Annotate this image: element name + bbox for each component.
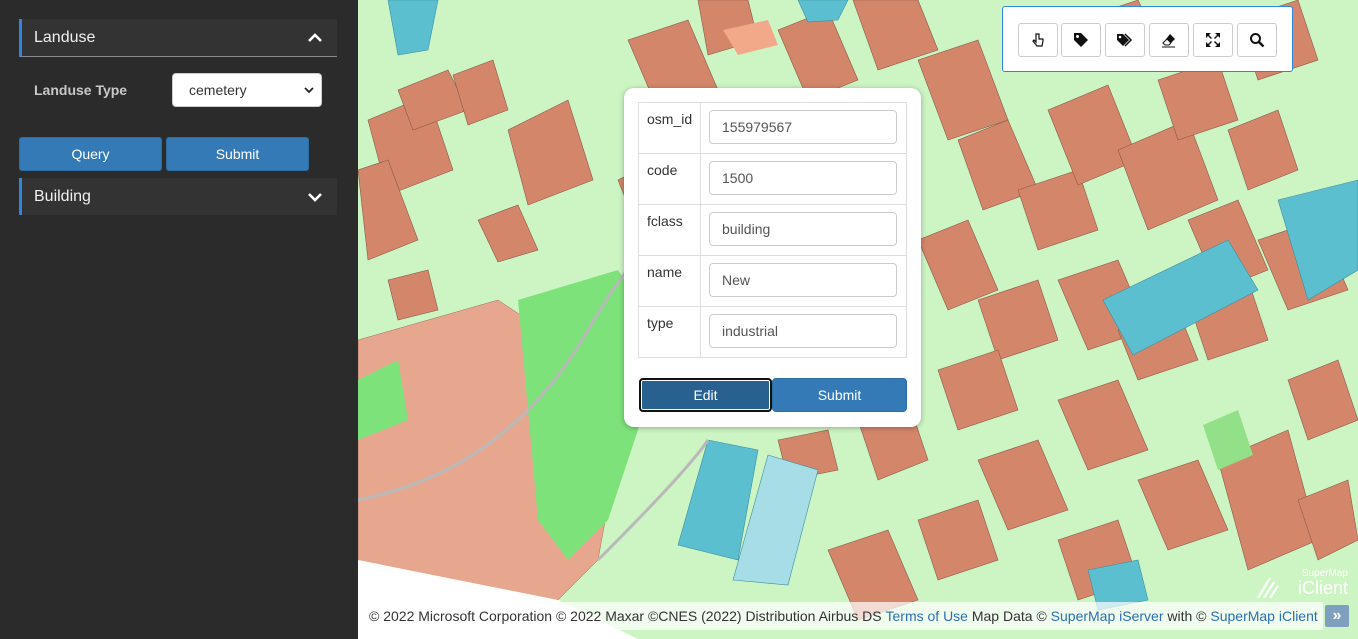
tags-tool-button[interactable]: [1105, 23, 1145, 57]
attribute-row: code 1500: [638, 153, 907, 205]
feature-attribute-popup: osm_id 155979567 code 1500 fclass buildi…: [624, 88, 921, 427]
landuse-submit-button[interactable]: Submit: [166, 137, 309, 171]
accordion-landuse-header[interactable]: Landuse: [19, 19, 337, 57]
fullscreen-tool-button[interactable]: [1193, 23, 1233, 57]
attribution-toggle-button[interactable]: »: [1325, 605, 1349, 627]
supermap-iclient-link[interactable]: SuperMap iClient: [1210, 608, 1317, 624]
pointer-select-tool-button[interactable]: [1018, 23, 1058, 57]
attribute-key: osm_id: [638, 102, 701, 154]
code-input[interactable]: 1500: [709, 161, 897, 195]
attribute-row: fclass building: [638, 204, 907, 256]
type-input[interactable]: industrial: [709, 314, 897, 348]
attribution-mapdata: Map Data ©: [971, 608, 1047, 624]
edit-button[interactable]: Edit: [639, 378, 772, 412]
attribution-prefix: © 2022 Microsoft Corporation © 2022 Maxa…: [369, 608, 882, 624]
accordion-building-header[interactable]: Building: [19, 178, 337, 215]
chevron-down-icon: [304, 87, 314, 94]
supermap-iserver-link[interactable]: SuperMap iServer: [1051, 608, 1164, 624]
landuse-type-value: cemetery: [189, 82, 247, 98]
attribute-key: name: [638, 255, 701, 307]
search-icon: [1250, 33, 1265, 48]
landuse-type-label: Landuse Type: [34, 82, 128, 98]
tag-icon: [1074, 33, 1088, 47]
attribute-row: type industrial: [638, 306, 907, 358]
map-attribution: © 2022 Microsoft Corporation © 2022 Maxa…: [358, 602, 1323, 630]
chevron-up-icon: [308, 32, 322, 42]
eraser-icon: [1162, 34, 1175, 48]
attribute-row: name New: [638, 255, 907, 307]
chevron-down-icon: [308, 192, 322, 202]
popup-submit-button[interactable]: Submit: [772, 378, 907, 412]
logo-big-text: iClient: [1297, 578, 1348, 598]
osm-id-input[interactable]: 155979567: [709, 110, 897, 144]
map-view[interactable]: osm_id 155979567 code 1500 fclass buildi…: [358, 0, 1358, 639]
building-title: Building: [34, 187, 91, 205]
search-tool-button[interactable]: [1237, 23, 1277, 57]
fclass-input[interactable]: building: [709, 212, 897, 246]
supermap-iclient-logo: SuperMap iClient: [1256, 568, 1348, 600]
eraser-tool-button[interactable]: [1149, 23, 1189, 57]
terms-of-use-link[interactable]: Terms of Use: [886, 608, 968, 624]
sidebar: Landuse Landuse Type cemetery Query Subm…: [0, 0, 358, 639]
landuse-type-select[interactable]: cemetery: [172, 73, 322, 107]
supermap-logo-icon: [1257, 577, 1279, 598]
tag-tool-button[interactable]: [1061, 23, 1101, 57]
attribution-with: with ©: [1167, 608, 1207, 624]
tags-icon: [1117, 33, 1133, 47]
landuse-title: Landuse: [34, 28, 96, 46]
landuse-type-row: Landuse Type cemetery: [34, 73, 322, 107]
name-input[interactable]: New: [709, 263, 897, 297]
attribute-row: osm_id 155979567: [638, 102, 907, 154]
attribute-key: fclass: [638, 204, 701, 256]
attribute-table: osm_id 155979567 code 1500 fclass buildi…: [638, 102, 907, 358]
attribute-key: code: [638, 153, 701, 205]
attribute-key: type: [638, 306, 701, 358]
map-toolbar: [1002, 6, 1293, 72]
pointer-select-icon: [1032, 33, 1044, 47]
fullscreen-icon: [1206, 33, 1220, 47]
query-button[interactable]: Query: [19, 137, 162, 171]
